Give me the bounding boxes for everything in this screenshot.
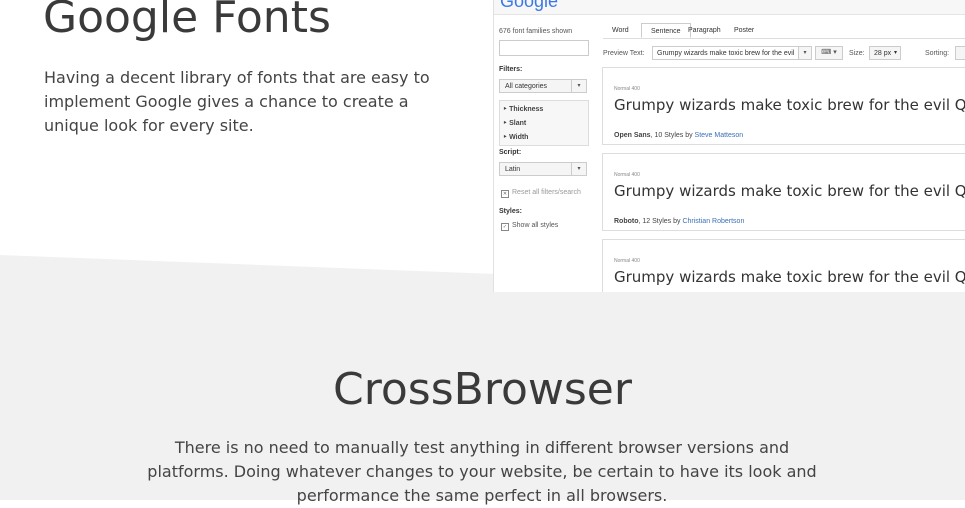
reset-filters-link[interactable]: ✕ Reset all filters/search [501, 189, 581, 198]
preview-text-input[interactable]: Grumpy wizards make toxic brew for the e… [652, 46, 812, 60]
font-meta: Roboto, 12 Styles by Christian Robertson [614, 218, 745, 225]
category-select[interactable]: All categories ▾ [499, 79, 587, 93]
font-style-label: Normal 400 [614, 172, 640, 178]
font-card[interactable]: Normal 400 Grumpy wizards make toxic bre… [602, 153, 965, 231]
show-all-styles-checkbox[interactable]: ✓ Show all styles [501, 222, 558, 231]
filter-group: ‣ Thickness ‣ Slant ‣ Width [499, 100, 589, 146]
crossbrowser-description: There is no need to manually test anythi… [147, 438, 817, 505]
filters-label: Filters: [499, 66, 523, 73]
filter-width[interactable]: ‣ Width [503, 133, 528, 141]
google-fonts-heading: Google Fonts [43, 0, 331, 43]
sorting-select[interactable] [955, 46, 965, 60]
preview-text-label: Preview Text: [603, 50, 645, 57]
font-sample-text: Grumpy wizards make toxic brew for the e… [614, 182, 965, 200]
google-fonts-screenshot: Google 676 font families shown Filters: … [493, 0, 965, 292]
script-value: Latin [505, 166, 521, 173]
crossbrowser-heading: CrossBrowser [333, 364, 632, 415]
tab-divider [603, 38, 965, 39]
size-value: 28 px [874, 50, 892, 57]
size-select[interactable]: 28 px ▾ [869, 46, 901, 60]
filters-sidebar: 676 font families shown Filters: All cat… [494, 14, 594, 292]
script-label: Script: [499, 149, 522, 156]
google-fonts-description: Having a decent library of fonts that ar… [44, 68, 430, 135]
tab-poster[interactable]: Poster [725, 23, 763, 38]
tab-paragraph[interactable]: Paragraph [679, 23, 730, 38]
font-author-link[interactable]: Christian Robertson [682, 218, 744, 225]
font-list-area: Word Sentence Paragraph Poster Preview T… [597, 14, 965, 292]
screenshot-topbar: Google [494, 0, 965, 15]
font-sample-text: Grumpy wizards make toxic brew for the e… [614, 268, 965, 286]
script-select[interactable]: Latin ▾ [499, 162, 587, 176]
font-sample-text: Grumpy wizards make toxic brew for the e… [614, 96, 965, 114]
filter-slant[interactable]: ‣ Slant [503, 119, 526, 127]
checkbox-icon: ✓ [501, 223, 509, 231]
close-icon: ✕ [501, 190, 509, 198]
preview-text-value: Grumpy wizards make toxic brew for the e… [657, 50, 795, 57]
families-count: 676 font families shown [499, 28, 573, 35]
tab-word[interactable]: Word [603, 23, 638, 38]
google-logo: Google [500, 0, 559, 11]
category-value: All categories [505, 83, 548, 90]
preview-toolbar: Preview Text: Grumpy wizards make toxic … [597, 46, 965, 62]
dropdown-arrow-icon: ▾ [571, 80, 586, 92]
filter-thickness[interactable]: ‣ Thickness [503, 105, 543, 113]
font-card[interactable]: Normal 400 Grumpy wizards make toxic bre… [602, 67, 965, 145]
font-card[interactable]: Normal 400 Grumpy wizards make toxic bre… [602, 239, 965, 292]
dropdown-arrow-icon: ▾ [798, 47, 811, 59]
font-meta: Open Sans, 10 Styles by Steve Matteson [614, 132, 744, 139]
dropdown-arrow-icon: ▾ [893, 50, 897, 56]
font-author-link[interactable]: Steve Matteson [695, 132, 744, 139]
font-search-input[interactable] [499, 40, 589, 56]
sorting-label: Sorting: [925, 50, 950, 57]
size-label: Size: [849, 50, 865, 57]
font-style-label: Normal 400 [614, 258, 640, 264]
keyboard-icon[interactable]: ⌨ ▾ [815, 46, 843, 60]
dropdown-arrow-icon: ▾ [571, 163, 586, 175]
styles-label: Styles: [499, 208, 522, 215]
font-style-label: Normal 400 [614, 86, 640, 92]
